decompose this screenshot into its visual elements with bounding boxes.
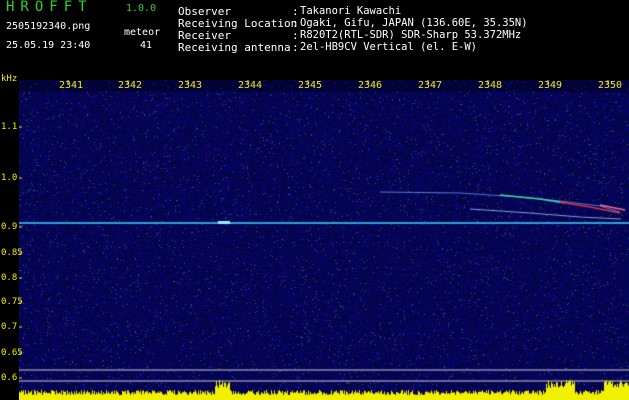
y-tick-label: 0.85	[1, 248, 23, 258]
x-tick-label: 2342	[118, 80, 143, 91]
x-tick-label: 2348	[478, 80, 503, 91]
file-name: 2505192340.png	[6, 21, 91, 32]
x-tick-label: 2347	[418, 80, 443, 91]
x-tick-label: 2346	[358, 80, 383, 91]
y-tick-label: 0.6	[1, 373, 18, 383]
location-value: Ogaki, Gifu, JAPAN (136.60E, 35.35N)	[300, 17, 528, 29]
x-tick-label: 2349	[538, 80, 563, 91]
y-tick-label: 1.1	[1, 122, 18, 132]
x-tick-label: 2345	[298, 80, 323, 91]
meteor-count: 41	[140, 40, 153, 51]
observer-value: Takanori Kawachi	[300, 5, 402, 17]
y-axis-unit: kHz	[1, 74, 18, 84]
app-title: HROFFT	[6, 0, 93, 15]
y-tick-label: 0.65	[1, 348, 23, 358]
receiver-value: R820T2(RTL-SDR) SDR-Sharp 53.372MHz	[300, 29, 522, 41]
y-tick-label: 0.7	[1, 322, 18, 332]
meteor-label: meteor	[124, 27, 161, 38]
spectrogram-window: { "header": { "app_title": "HROFFT", "ve…	[0, 0, 629, 400]
y-tick-label: 1.0	[1, 173, 18, 183]
app-version: 1.0.0	[126, 3, 157, 14]
x-tick-label: 2343	[178, 80, 203, 91]
x-tick-label: 2344	[238, 80, 263, 91]
x-tick-label: 2341	[59, 80, 84, 91]
x-tick-label: 2350	[598, 80, 623, 91]
antenna-value: 2el-HB9CV Vertical (el. E-W)	[300, 41, 478, 53]
timestamp: 25.05.19 23:40	[6, 40, 91, 51]
antenna-label: Receiving antenna	[178, 41, 291, 54]
y-tick-label: 0.9	[1, 222, 18, 232]
antenna-colon: :	[292, 41, 299, 54]
y-tick-label: 0.8	[1, 273, 18, 283]
y-tick-label: 0.75	[1, 297, 23, 307]
spectrogram-canvas	[19, 80, 629, 400]
